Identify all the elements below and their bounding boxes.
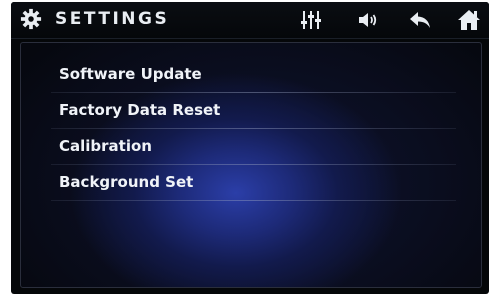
menu-item-calibration[interactable]: Calibration [51,129,456,165]
page-title: SETTINGS [55,9,170,29]
menu-item-label: Background Set [59,173,194,191]
volume-icon[interactable] [356,8,380,32]
back-icon[interactable] [408,8,432,32]
gear-icon [20,8,42,30]
home-icon[interactable] [457,8,481,32]
settings-menu-panel: Software Update Factory Data Reset Calib… [20,42,482,288]
equalizer-icon[interactable] [299,8,323,32]
menu-item-label: Calibration [59,137,152,155]
menu-item-label: Software Update [59,65,202,83]
divider [51,200,456,201]
settings-screen: SETTINGS Software Update Factory Data Re… [11,2,489,294]
menu-item-label: Factory Data Reset [59,101,221,119]
menu-item-software-update[interactable]: Software Update [51,57,456,93]
top-bar: SETTINGS [11,2,489,39]
menu-item-factory-data-reset[interactable]: Factory Data Reset [51,93,456,129]
menu-item-background-set[interactable]: Background Set [51,165,456,201]
